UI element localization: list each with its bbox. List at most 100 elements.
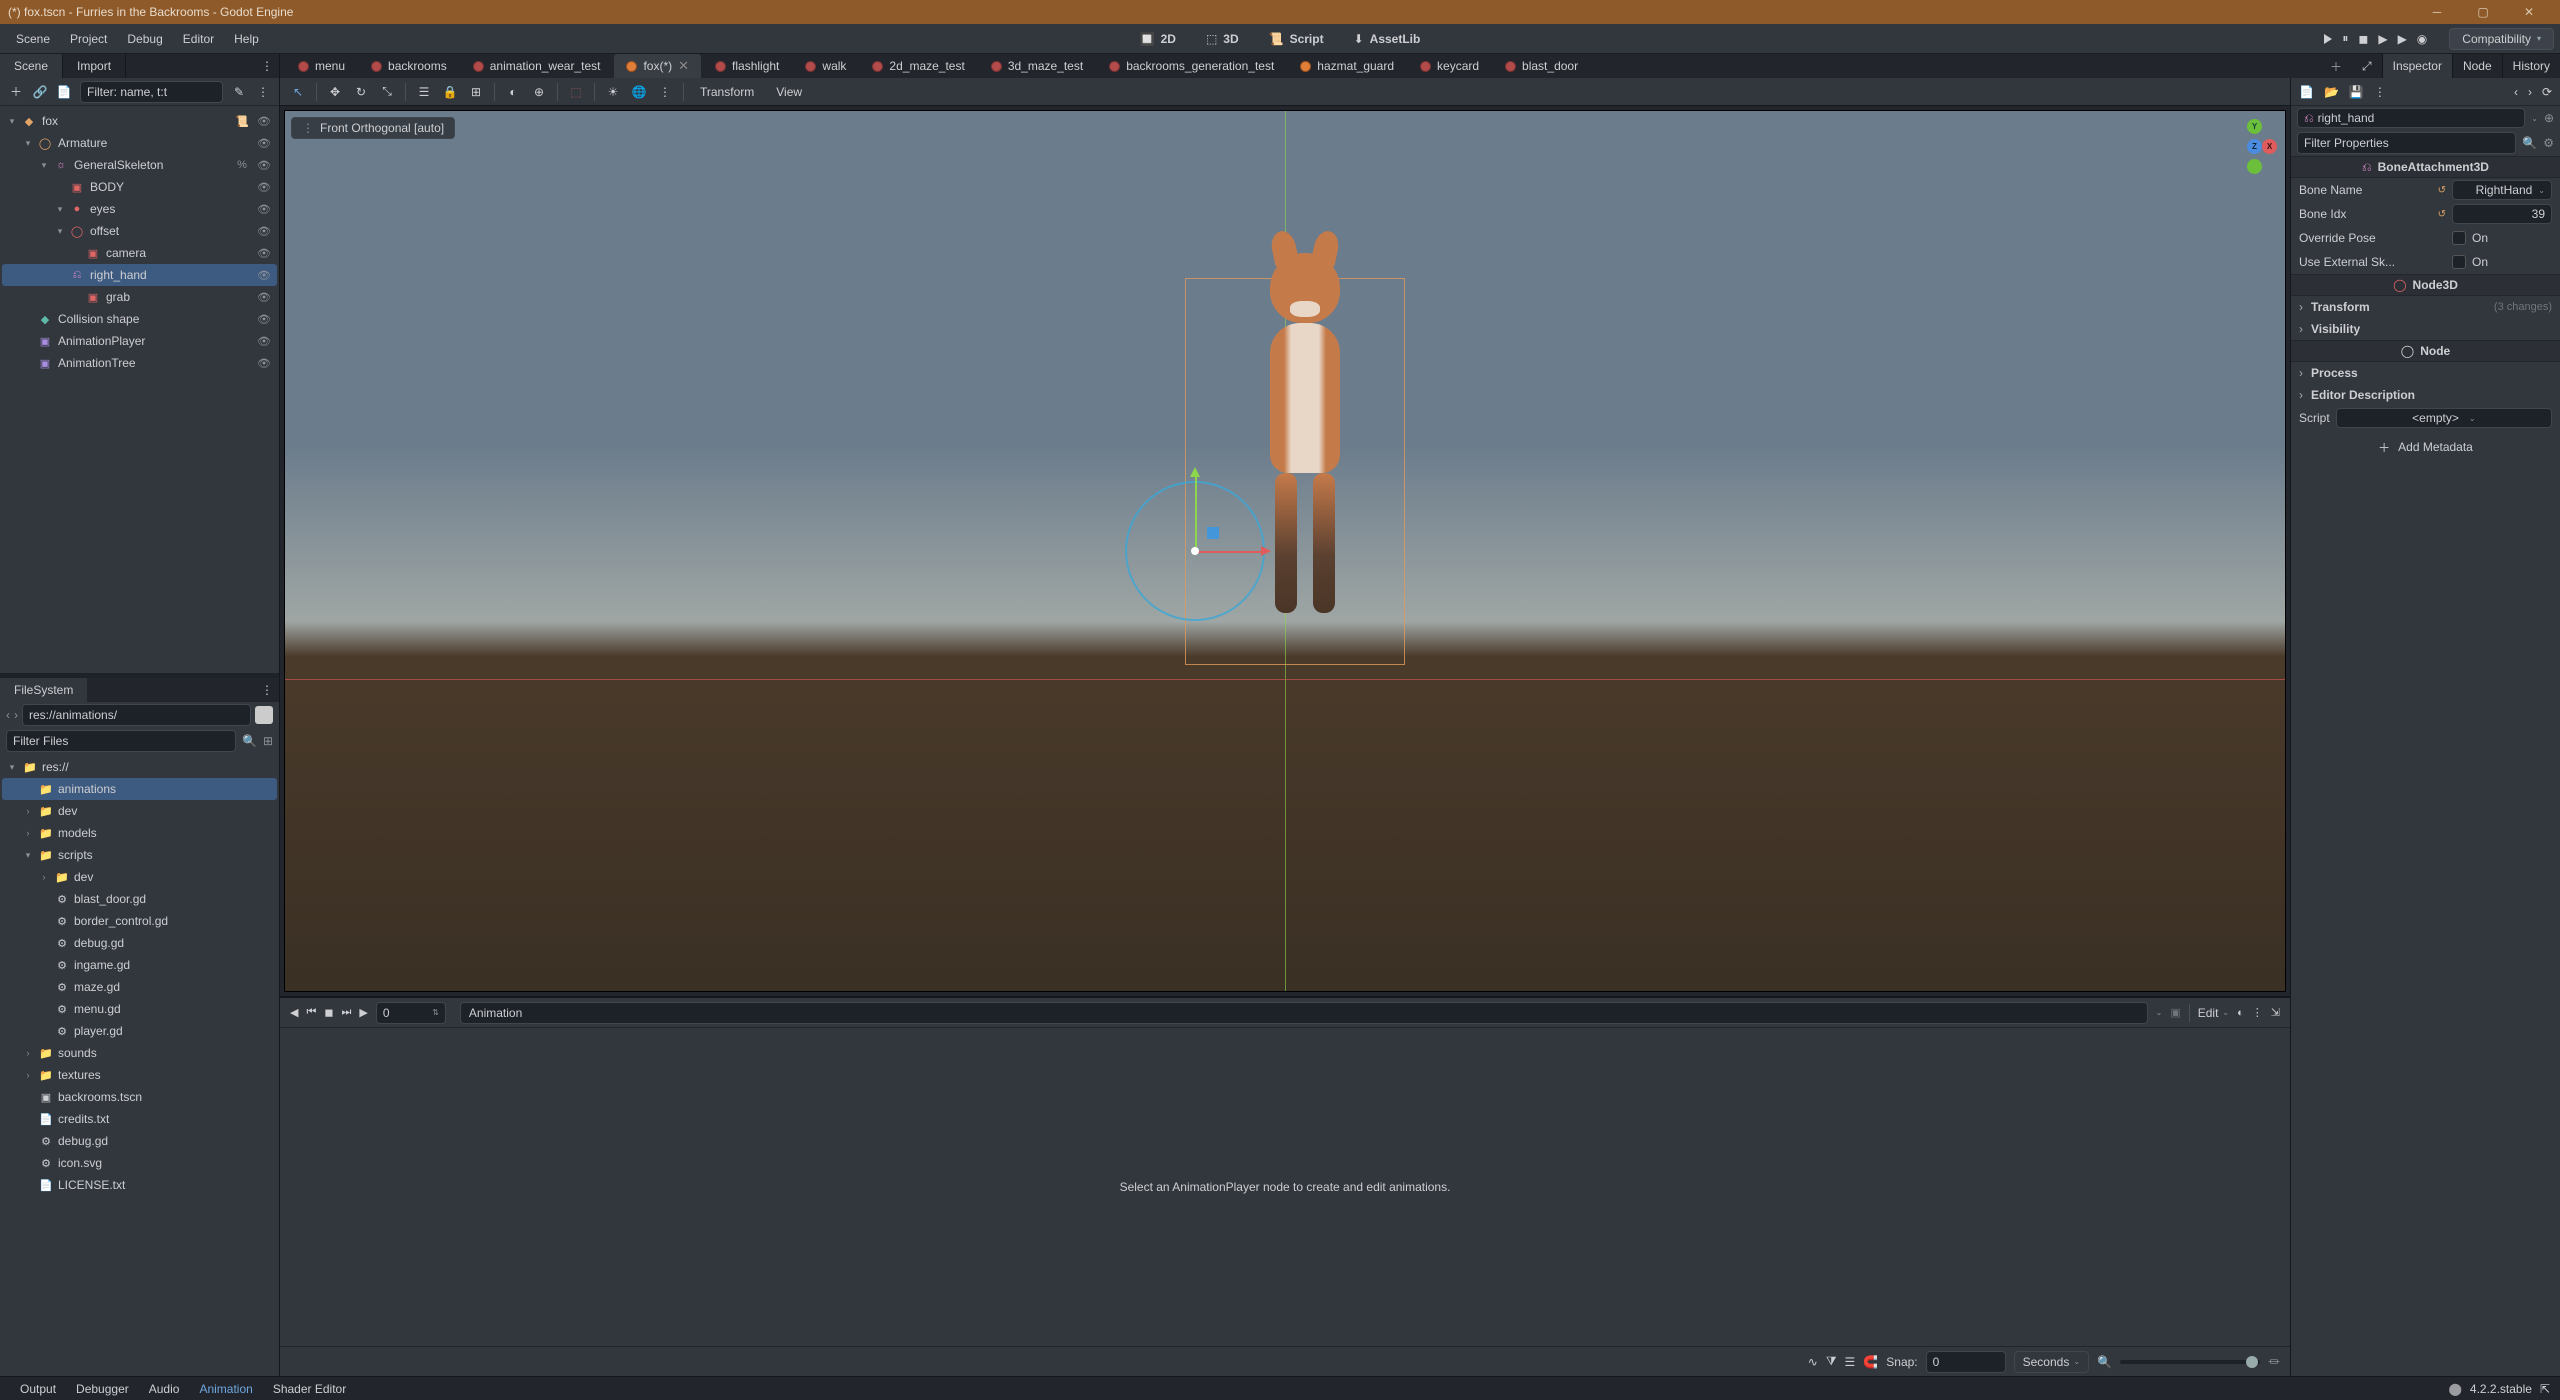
insp-class-boneattachment[interactable]: ⎌BoneAttachment3D [2291, 156, 2560, 178]
insp-history-icon[interactable]: ⟳ [2542, 85, 2552, 99]
anim-autoplay-icon[interactable]: ▣ [2170, 1006, 2180, 1019]
fs-search-icon[interactable]: 🔍 [242, 734, 257, 748]
anim-stop-icon[interactable]: ◼ [324, 1006, 333, 1019]
fs-item[interactable]: ⚙menu.gd [2, 998, 277, 1020]
fs-item[interactable]: 📄credits.txt [2, 1108, 277, 1130]
scene-tab[interactable]: fox(*)✕ [614, 54, 701, 78]
filesystem-dock-tab[interactable]: FileSystem [0, 678, 87, 702]
scale-mode-icon[interactable]: ⤡ [377, 84, 397, 99]
play-custom-icon[interactable]: ▶ [2398, 32, 2407, 46]
insp-back-icon[interactable]: ‹ [2514, 85, 2518, 99]
window-minimize-button[interactable]: ─ [2414, 0, 2460, 24]
bottom-tab-audio[interactable]: Audio [139, 1382, 190, 1396]
scene-node[interactable]: ▾●eyes👁 [2, 198, 277, 220]
menu-editor[interactable]: Editor [173, 32, 224, 46]
inspector-dock-tab[interactable]: Inspector [2382, 54, 2452, 78]
anim-filter-icon[interactable]: ⧩ [1826, 1354, 1837, 1369]
percent-icon[interactable]: % [233, 159, 251, 171]
insp-script-dropdown[interactable]: <empty>⌄ [2336, 408, 2552, 428]
fs-item[interactable]: ▾📁res:// [2, 756, 277, 778]
scene-tab[interactable]: 2d_maze_test [860, 54, 976, 78]
view-menu-icon[interactable]: ⋮ [655, 85, 675, 99]
scene-node[interactable]: ▣AnimationTree👁 [2, 352, 277, 374]
property-checkbox[interactable]: On [2452, 255, 2552, 269]
stop-icon[interactable]: ◼ [2358, 32, 2368, 46]
move-mode-icon[interactable]: ✥ [325, 85, 345, 99]
fs-item[interactable]: ⚙debug.gd [2, 1130, 277, 1152]
rotate-mode-icon[interactable]: ↻ [351, 85, 371, 99]
fs-item[interactable]: ›📁sounds [2, 1042, 277, 1064]
scene-tab[interactable]: menu [286, 54, 357, 78]
menu-scene[interactable]: Scene [6, 32, 60, 46]
anim-play-end-icon[interactable]: ▶ [359, 1006, 367, 1019]
insp-save-icon[interactable]: 💾 [2349, 85, 2364, 99]
fs-item[interactable]: ›📁models [2, 822, 277, 844]
property-category[interactable]: Process [2291, 362, 2560, 384]
scene-node[interactable]: ▾◯Armature👁 [2, 132, 277, 154]
anim-play-back-start-icon[interactable]: ◀ [290, 1006, 298, 1019]
3d-viewport[interactable]: ⋮ Front Orthogonal [auto] Y Z X [280, 106, 2290, 996]
fs-dock-options-icon[interactable]: ⋮ [255, 678, 279, 702]
fs-item[interactable]: 📄LICENSE.txt [2, 1174, 277, 1196]
scene-filter-input[interactable]: Filter: name, t:t [80, 81, 223, 103]
anim-name-dropdown[interactable]: Animation [460, 1002, 2148, 1024]
property-category[interactable]: Editor Description [2291, 384, 2560, 406]
scene-tab[interactable]: walk [793, 54, 858, 78]
anim-bezier-icon[interactable]: ∿ [1808, 1355, 1818, 1369]
insp-class-node[interactable]: ◯Node [2291, 340, 2560, 362]
scene-more-icon[interactable]: ⋮ [255, 85, 271, 99]
visibility-icon[interactable]: 👁 [255, 247, 273, 260]
insp-new-icon[interactable]: 📄 [2299, 85, 2314, 99]
script-icon[interactable]: 📜 [233, 115, 251, 128]
scene-tab[interactable]: keycard [1408, 54, 1491, 78]
insp-filter-input[interactable]: Filter Properties [2297, 132, 2516, 154]
list-select-icon[interactable]: ☰ [414, 85, 434, 99]
fs-item[interactable]: ⚙debug.gd [2, 932, 277, 954]
renderer-dropdown[interactable]: Compatibility ▾ [2449, 28, 2554, 50]
anim-frame-input[interactable]: 0⇅ [376, 1002, 446, 1024]
bottom-tab-shader-editor[interactable]: Shader Editor [263, 1382, 356, 1396]
fs-back-icon[interactable]: ‹ [6, 708, 10, 722]
scene-node[interactable]: ▾◯offset👁 [2, 220, 277, 242]
visibility-icon[interactable]: 👁 [255, 335, 273, 348]
anim-seconds-dropdown[interactable]: Seconds⌄ [2014, 1351, 2089, 1373]
anim-more-icon[interactable]: ⋮ [2252, 1006, 2263, 1019]
property-value[interactable]: 39 [2452, 204, 2552, 224]
fs-item[interactable]: ⚙border_control.gd [2, 910, 277, 932]
visibility-icon[interactable]: 👁 [255, 291, 273, 304]
scene-tab[interactable]: blast_door [1493, 54, 1590, 78]
movie-icon[interactable]: ◉ [2417, 32, 2427, 46]
visibility-icon[interactable]: 👁 [255, 203, 273, 216]
insp-expand-icon[interactable]: ⊕ [2544, 111, 2554, 125]
lock-icon[interactable]: 🔒 [440, 85, 460, 99]
visibility-icon[interactable]: 👁 [255, 313, 273, 326]
scene-tab[interactable]: backrooms [359, 54, 459, 78]
new-scene-button[interactable]: ＋ [2320, 54, 2352, 78]
attach-script-icon[interactable]: 📄 [56, 85, 72, 99]
dock-options-icon[interactable]: ⋮ [255, 54, 279, 78]
visibility-icon[interactable]: 👁 [255, 159, 273, 172]
scene-tab[interactable]: backrooms_generation_test [1097, 54, 1286, 78]
insp-filter-search-icon[interactable]: 🔍 [2522, 136, 2537, 150]
local-space-icon[interactable]: ⊕ [529, 85, 549, 99]
scene-dock-tab[interactable]: Scene [0, 54, 63, 78]
distraction-free-icon[interactable]: ⤢ [2352, 54, 2382, 78]
reset-icon[interactable]: ↺ [2438, 185, 2446, 196]
anim-timeline-icon[interactable]: ⏛ [2268, 1353, 2280, 1370]
scene-tree[interactable]: ▾◆fox📜👁▾◯Armature👁▾☼GeneralSkeleton%👁▣BO… [0, 106, 279, 378]
scene-node[interactable]: ▣AnimationPlayer👁 [2, 330, 277, 352]
property-category[interactable]: Transform(3 changes) [2291, 296, 2560, 318]
play-icon[interactable] [2324, 34, 2332, 44]
transform-menu[interactable]: Transform [692, 85, 762, 99]
insp-more-icon[interactable]: ⋮ [2374, 85, 2386, 99]
menu-help[interactable]: Help [224, 32, 269, 46]
fs-item[interactable]: ⚙ingame.gd [2, 954, 277, 976]
fs-item[interactable]: ⚙blast_door.gd [2, 888, 277, 910]
anim-snap-input[interactable]: 0 [1926, 1351, 2006, 1373]
import-dock-tab[interactable]: Import [63, 54, 126, 78]
property-checkbox[interactable]: On [2452, 231, 2552, 245]
anim-zoom-out-icon[interactable]: 🔍 [2097, 1355, 2112, 1369]
scene-tab[interactable]: flashlight [703, 54, 791, 78]
anim-play-back-icon[interactable]: ⏮ [306, 1006, 316, 1019]
add-node-icon[interactable]: ＋ [8, 83, 24, 100]
